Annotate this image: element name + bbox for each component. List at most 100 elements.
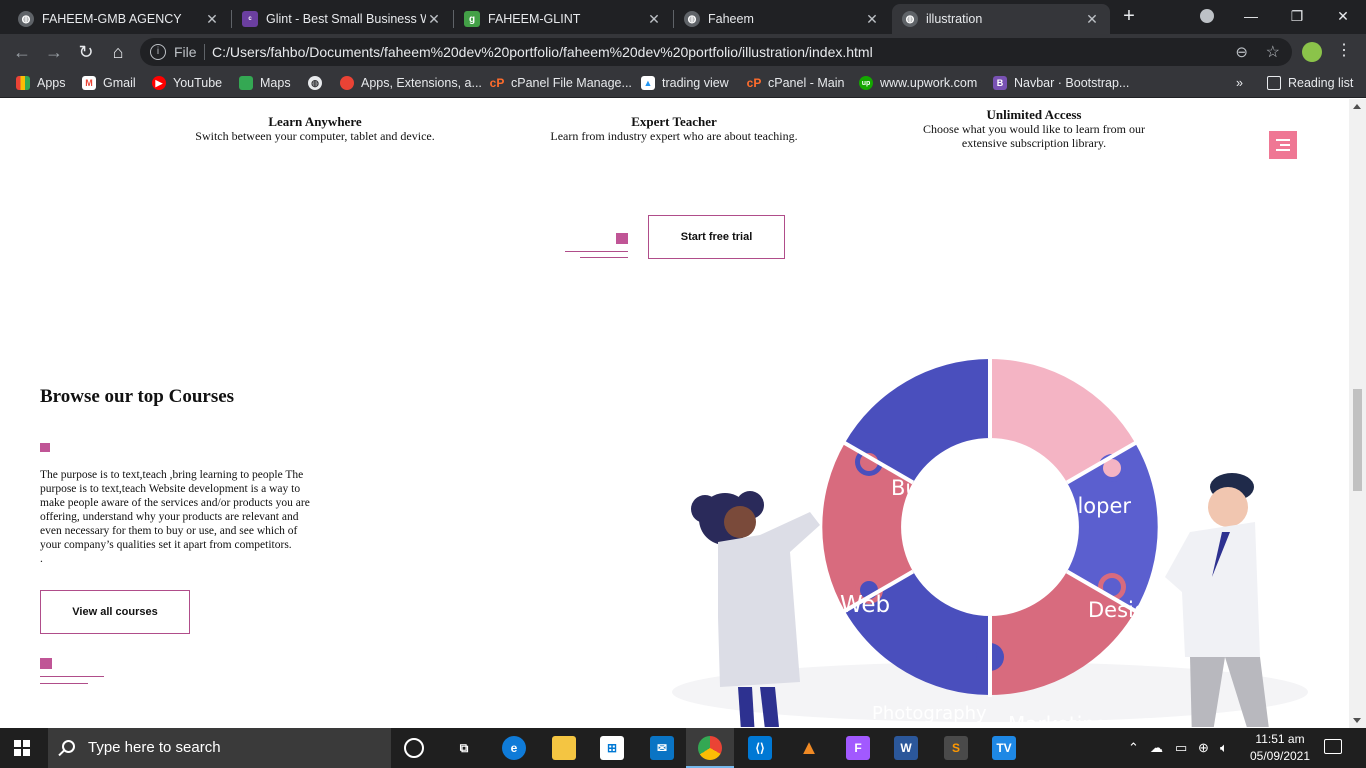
cortana-icon[interactable] bbox=[404, 738, 424, 758]
browser-tab[interactable]: g FAHEEM-GLINT ✕ bbox=[454, 4, 672, 34]
windows-taskbar: Type here to search ⧉ e ⊞ ✉ ⟨⟩ ▲ F W S T… bbox=[0, 728, 1366, 768]
task-view-icon[interactable]: ⧉ bbox=[452, 736, 476, 760]
tab-search-icon[interactable] bbox=[1200, 9, 1214, 23]
browser-menu-icon[interactable]: ⋮ bbox=[1336, 40, 1352, 60]
notification-center-icon[interactable] bbox=[1324, 739, 1342, 754]
reading-list-button[interactable]: Reading list bbox=[1267, 76, 1353, 90]
decorative-line bbox=[580, 257, 628, 258]
bookmark-globe[interactable]: ◍ bbox=[308, 76, 329, 90]
feature-unlimited-access: Unlimited Access Choose what you would l… bbox=[914, 108, 1154, 151]
address-scheme: File bbox=[174, 44, 197, 60]
bookmark-maps[interactable]: Maps bbox=[239, 76, 291, 90]
address-bar[interactable]: i File C:/Users/fahbo/Documents/faheem%2… bbox=[140, 38, 1292, 66]
clock-date: 05/09/2021 bbox=[1249, 749, 1311, 763]
browser-tab[interactable]: c Glint - Best Small Business W ✕ bbox=[232, 4, 452, 34]
profile-avatar[interactable] bbox=[1302, 42, 1322, 62]
windows-start-icon[interactable] bbox=[14, 740, 30, 756]
decorative-line bbox=[565, 251, 628, 252]
bookmark-star-icon[interactable]: ☆ bbox=[1266, 42, 1280, 62]
more-bookmarks-button[interactable]: » bbox=[1236, 76, 1243, 90]
feature-text: Learn from industry expert who are about… bbox=[550, 129, 798, 143]
close-icon[interactable]: ✕ bbox=[426, 11, 442, 28]
mail-icon[interactable]: ✉ bbox=[650, 736, 674, 760]
decorative-line bbox=[40, 683, 88, 684]
feature-text: Switch between your computer, tablet and… bbox=[195, 129, 435, 143]
gmail-icon: M bbox=[82, 76, 96, 90]
bookmark-tradingview[interactable]: ▲ trading view bbox=[641, 76, 729, 90]
globe-icon: ◍ bbox=[684, 11, 700, 27]
maps-icon bbox=[239, 76, 253, 90]
decorative-square bbox=[40, 443, 50, 452]
bookmark-bootstrap[interactable]: B Navbar · Bootstrap... bbox=[993, 76, 1129, 90]
bootstrap-icon: B bbox=[993, 76, 1007, 90]
clock-time: 11:51 am bbox=[1255, 732, 1305, 746]
bookmark-cpanel-main[interactable]: cP cPanel - Main bbox=[746, 76, 845, 90]
home-icon[interactable]: ⌂ bbox=[108, 42, 128, 62]
browser-tab[interactable]: ◍ Faheem ✕ bbox=[674, 4, 890, 34]
feature-learn-anywhere: Learn Anywhere Switch between your compu… bbox=[175, 114, 455, 144]
puzzle-ring bbox=[822, 357, 1158, 697]
battery-icon[interactable]: ▭ bbox=[1175, 740, 1187, 756]
bookmark-youtube[interactable]: ▶ YouTube bbox=[152, 76, 222, 90]
feature-expert-teacher: Expert Teacher Learn from industry exper… bbox=[534, 115, 814, 144]
decorative-square bbox=[616, 233, 628, 244]
close-icon[interactable]: ✕ bbox=[646, 11, 662, 28]
browser-toolbar: ← → ↻ ⌂ i File C:/Users/fahbo/Documents/… bbox=[0, 34, 1366, 70]
back-icon[interactable]: ← bbox=[12, 42, 32, 62]
decorative-square bbox=[40, 658, 52, 669]
close-icon[interactable]: ✕ bbox=[1084, 11, 1100, 28]
sublime-icon[interactable]: S bbox=[944, 736, 968, 760]
info-icon[interactable]: i bbox=[150, 44, 166, 60]
taskbar-search-box[interactable]: Type here to search bbox=[48, 728, 391, 768]
close-icon[interactable]: ✕ bbox=[864, 11, 880, 28]
bookmark-extensions[interactable]: Apps, Extensions, a... bbox=[340, 76, 482, 90]
browser-tab[interactable]: ◍ FAHEEM-GMB AGENCY ✕ bbox=[8, 4, 230, 34]
tradingview-app-icon[interactable]: TV bbox=[992, 736, 1016, 760]
browser-tab-active[interactable]: ◍ illustration ✕ bbox=[892, 4, 1110, 34]
puzzle-label: Business bbox=[891, 476, 984, 500]
onedrive-icon[interactable]: ☁ bbox=[1150, 740, 1163, 756]
vscode-icon[interactable]: ⟨⟩ bbox=[748, 736, 772, 760]
vlc-icon[interactable]: ▲ bbox=[797, 736, 821, 760]
bookmark-cpanel-files[interactable]: cP cPanel File Manage... bbox=[490, 76, 632, 90]
figma-icon[interactable]: F bbox=[846, 736, 870, 760]
edge-icon[interactable]: e bbox=[502, 736, 526, 760]
tab-title: Faheem bbox=[708, 12, 754, 26]
browser-tab-strip: ◍ FAHEEM-GMB AGENCY ✕ c Glint - Best Sma… bbox=[0, 0, 1366, 34]
view-all-courses-button[interactable]: View all courses bbox=[40, 590, 190, 634]
reload-icon[interactable]: ↻ bbox=[76, 42, 96, 62]
forward-icon[interactable]: → bbox=[44, 42, 64, 62]
zoom-icon[interactable]: ⊖ bbox=[1235, 43, 1248, 61]
scrollbar-thumb[interactable] bbox=[1353, 389, 1362, 491]
apps-grid-icon bbox=[16, 76, 30, 90]
maximize-button[interactable]: ❐ bbox=[1274, 4, 1320, 28]
store-icon[interactable]: ⊞ bbox=[600, 736, 624, 760]
word-icon[interactable]: W bbox=[894, 736, 918, 760]
minimize-button[interactable]: — bbox=[1228, 4, 1274, 28]
start-free-trial-button[interactable]: Start free trial bbox=[648, 215, 785, 259]
cpanel-icon: cP bbox=[746, 76, 762, 90]
search-icon bbox=[62, 740, 75, 753]
bookmark-gmail[interactable]: M Gmail bbox=[82, 76, 136, 90]
puzzle-label: Web bbox=[840, 592, 890, 618]
chrome-icon[interactable] bbox=[698, 736, 722, 760]
file-explorer-icon[interactable] bbox=[552, 736, 576, 760]
cpanel-icon: cP bbox=[489, 76, 505, 90]
bookmarks-bar: Apps M Gmail ▶ YouTube Maps ◍ Apps, Exte… bbox=[0, 70, 1366, 98]
page-scrollbar[interactable] bbox=[1349, 99, 1366, 728]
bookmark-apps[interactable]: Apps bbox=[16, 76, 66, 90]
g-icon: g bbox=[464, 11, 480, 27]
globe-icon: ◍ bbox=[18, 11, 34, 27]
feature-title: Learn Anywhere bbox=[268, 114, 362, 129]
hamburger-menu-button[interactable] bbox=[1269, 131, 1297, 159]
taskbar-clock[interactable]: 11:51 am 05/09/2021 bbox=[1242, 731, 1318, 765]
new-tab-button[interactable]: + bbox=[1118, 6, 1140, 28]
colorlib-icon: c bbox=[242, 11, 258, 27]
bookmark-upwork[interactable]: up www.upwork.com bbox=[859, 76, 977, 90]
close-window-button[interactable]: ✕ bbox=[1320, 4, 1366, 28]
close-icon[interactable]: ✕ bbox=[204, 11, 220, 28]
network-icon[interactable]: ⊕ bbox=[1198, 740, 1209, 756]
tray-chevron-icon[interactable]: ⌃ bbox=[1128, 740, 1139, 756]
address-url[interactable]: C:/Users/fahbo/Documents/faheem%20dev%20… bbox=[212, 44, 873, 60]
volume-icon[interactable]: 🔈︎ bbox=[1220, 740, 1228, 756]
